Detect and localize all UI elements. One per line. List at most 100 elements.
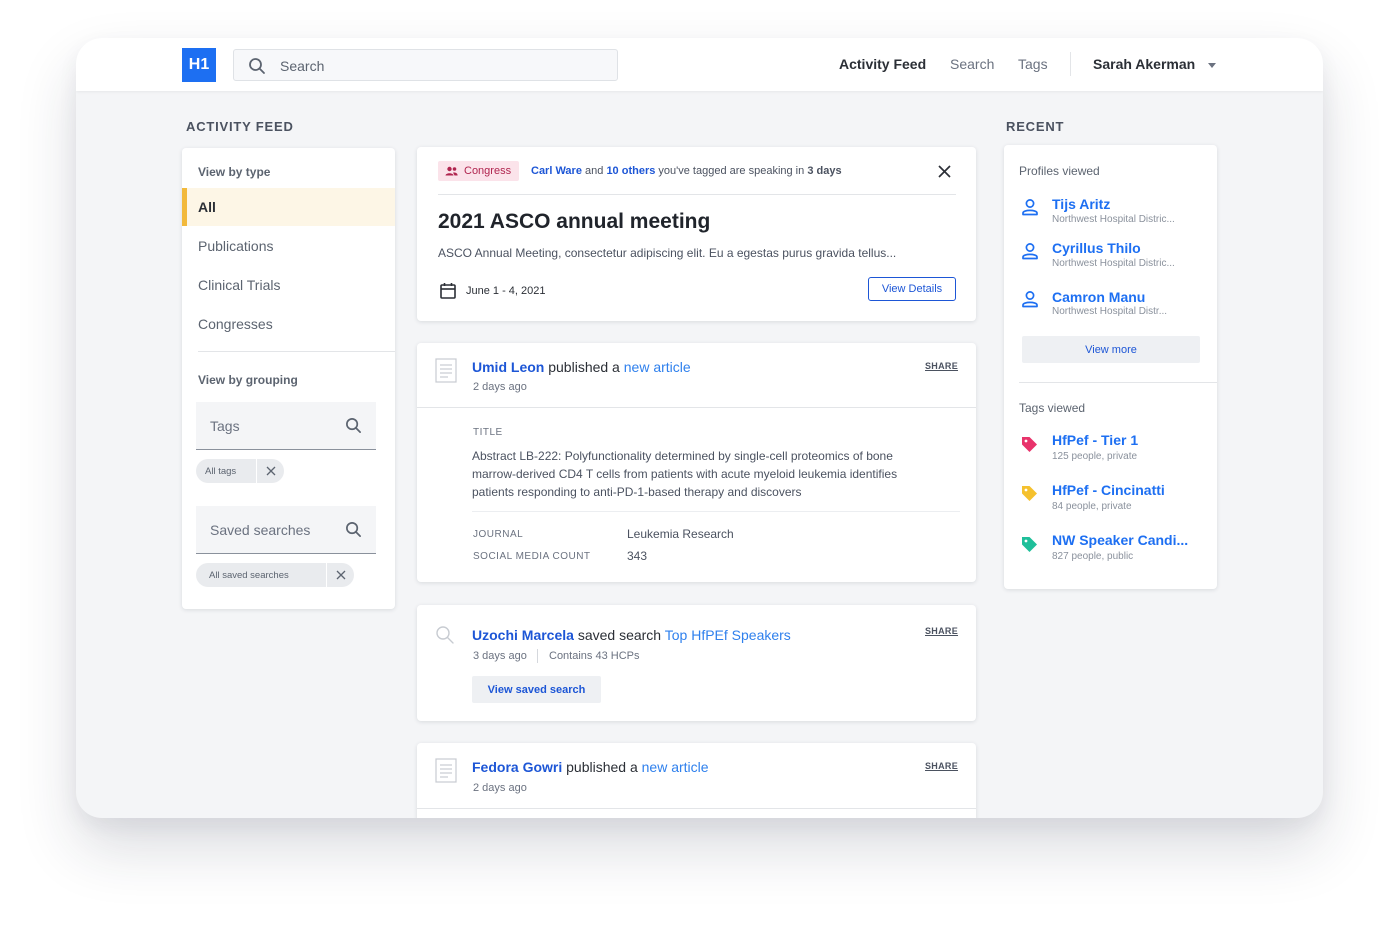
filter-divider bbox=[198, 351, 395, 352]
saved-search-link[interactable]: Top HfPEf Speakers bbox=[665, 627, 791, 643]
document-icon bbox=[435, 758, 457, 783]
view-by-type-label: View by type bbox=[198, 165, 271, 179]
congress-badge: Congress bbox=[438, 161, 520, 181]
others-link[interactable]: 10 others bbox=[606, 165, 655, 177]
author-link[interactable]: Fedora Gowri bbox=[472, 759, 562, 775]
filter-type-congresses[interactable]: Congresses bbox=[182, 305, 395, 343]
recent-profile-name[interactable]: Camron Manu bbox=[1052, 289, 1145, 305]
feed-verb: published a bbox=[566, 759, 638, 775]
feed-time: 3 days ago bbox=[473, 650, 527, 662]
view-more-button[interactable]: View more bbox=[1022, 336, 1200, 363]
social-media-label: SOCIAL MEDIA COUNT bbox=[473, 551, 591, 562]
saved-searches-field[interactable]: Saved searches bbox=[196, 506, 376, 554]
close-icon[interactable] bbox=[938, 165, 951, 178]
feed-time: 2 days ago bbox=[473, 381, 527, 393]
recent-profile-affiliation: Northwest Hospital Distric... bbox=[1052, 258, 1175, 269]
recent-tag-meta: 827 people, public bbox=[1052, 551, 1134, 562]
search-icon bbox=[249, 58, 265, 74]
activity-feed-heading: ACTIVITY FEED bbox=[186, 119, 294, 134]
recent-divider bbox=[1019, 382, 1217, 383]
search-input[interactable] bbox=[280, 56, 600, 76]
search-icon bbox=[436, 626, 454, 644]
recent-profile-name[interactable]: Cyrillus Thilo bbox=[1052, 240, 1141, 256]
card-divider bbox=[472, 511, 960, 512]
h1-logo[interactable]: H1 bbox=[182, 48, 216, 82]
card-divider bbox=[438, 194, 956, 195]
feed-verb: saved search bbox=[577, 627, 662, 643]
recent-tag-name[interactable]: HfPef - Cincinatti bbox=[1052, 482, 1165, 498]
feed-item-article: Umid Leon published a new article 2 days… bbox=[417, 343, 976, 582]
document-icon bbox=[435, 358, 457, 383]
view-saved-search-button[interactable]: View saved search bbox=[472, 676, 601, 703]
user-icon bbox=[1022, 199, 1038, 216]
share-link[interactable]: SHARE bbox=[925, 361, 958, 371]
notice-when: 3 days bbox=[807, 165, 842, 177]
article-title-line: Abstract LB-222: Polyfunctionality deter… bbox=[472, 449, 893, 463]
tags-chip-label: All tags bbox=[205, 465, 237, 477]
card-divider bbox=[417, 407, 976, 408]
user-menu[interactable]: Sarah Akerman bbox=[1093, 56, 1195, 72]
share-link[interactable]: SHARE bbox=[925, 626, 958, 636]
author-link[interactable]: Uzochi Marcela bbox=[472, 627, 574, 643]
social-media-value: 343 bbox=[627, 549, 648, 563]
tags-filter-placeholder: Tags bbox=[210, 418, 240, 434]
congress-card: Congress Carl Ware and 10 others you've … bbox=[417, 147, 976, 321]
recent-tag-name[interactable]: NW Speaker Candi... bbox=[1052, 532, 1188, 548]
saved-searches-chip-label: All saved searches bbox=[209, 569, 289, 581]
calendar-icon bbox=[440, 283, 456, 299]
search-icon[interactable] bbox=[345, 417, 362, 434]
congress-badge-label: Congress bbox=[464, 165, 512, 177]
nav-tags[interactable]: Tags bbox=[1018, 56, 1048, 72]
recent-profile-affiliation: Northwest Hospital Distr... bbox=[1052, 306, 1168, 317]
recent-tag-meta: 84 people, private bbox=[1052, 501, 1132, 512]
profiles-viewed-label: Profiles viewed bbox=[1019, 164, 1100, 178]
chevron-down-icon[interactable] bbox=[1208, 63, 1216, 68]
feed-item-article: Fedora Gowri published a new article 2 d… bbox=[417, 743, 976, 818]
feed-item-headline: Fedora Gowri published a new article bbox=[472, 759, 709, 775]
feed-verb: published a bbox=[548, 359, 620, 375]
saved-searches-chip: All saved searches bbox=[196, 563, 354, 587]
share-link[interactable]: SHARE bbox=[925, 761, 958, 771]
nav-divider bbox=[1070, 52, 1071, 76]
journal-label: JOURNAL bbox=[473, 529, 524, 540]
view-by-grouping-label: View by grouping bbox=[198, 373, 298, 387]
feed-item-saved-search: Uzochi Marcela saved search Top HfPEf Sp… bbox=[417, 605, 976, 721]
filter-type-clinical-trials[interactable]: Clinical Trials bbox=[182, 266, 395, 304]
top-bar: H1 Activity Feed Search Tags Sarah Akerm… bbox=[76, 38, 1323, 91]
congress-description: ASCO Annual Meeting, consectetur adipisc… bbox=[438, 246, 897, 260]
congress-date: June 1 - 4, 2021 bbox=[466, 285, 546, 297]
filter-type-publications[interactable]: Publications bbox=[182, 227, 395, 265]
tags-filter-field[interactable]: Tags bbox=[196, 402, 376, 450]
close-icon[interactable] bbox=[326, 563, 354, 587]
recent-heading: RECENT bbox=[1006, 119, 1065, 134]
tags-viewed-label: Tags viewed bbox=[1019, 401, 1086, 415]
recent-profile-affiliation: Northwest Hospital Distric... bbox=[1052, 214, 1175, 225]
nav-search[interactable]: Search bbox=[950, 56, 994, 72]
card-divider bbox=[417, 808, 976, 809]
article-link[interactable]: new article bbox=[642, 759, 709, 775]
hcp-count: Contains 43 HCPs bbox=[549, 650, 640, 662]
filter-type-all[interactable]: All bbox=[182, 188, 395, 226]
meta-divider bbox=[537, 649, 538, 663]
recent-panel: Profiles viewed Tijs Aritz Northwest Hos… bbox=[1004, 145, 1217, 589]
close-icon[interactable] bbox=[256, 459, 284, 483]
filter-panel: View by type All Publications Clinical T… bbox=[182, 148, 395, 609]
feed-item-headline: Umid Leon published a new article bbox=[472, 359, 691, 375]
recent-tag-name[interactable]: HfPef - Tier 1 bbox=[1052, 432, 1138, 448]
app-window: H1 Activity Feed Search Tags Sarah Akerm… bbox=[76, 38, 1323, 818]
article-link[interactable]: new article bbox=[624, 359, 691, 375]
tag-icon bbox=[1022, 537, 1037, 552]
article-title-line: marrow-derived CD4 T cells from patients… bbox=[472, 467, 898, 481]
feed-item-headline: Uzochi Marcela saved search Top HfPEf Sp… bbox=[472, 627, 791, 643]
global-search[interactable] bbox=[233, 49, 618, 81]
recent-profile-name[interactable]: Tijs Aritz bbox=[1052, 196, 1110, 212]
search-icon[interactable] bbox=[345, 521, 362, 538]
author-link[interactable]: Umid Leon bbox=[472, 359, 544, 375]
speaker-link[interactable]: Carl Ware bbox=[531, 165, 582, 177]
feed-time: 2 days ago bbox=[473, 782, 527, 794]
view-details-button[interactable]: View Details bbox=[868, 277, 956, 301]
tag-icon bbox=[1022, 486, 1037, 501]
article-title: Abstract LB-222: Polyfunctionality deter… bbox=[472, 447, 897, 501]
nav-activity-feed[interactable]: Activity Feed bbox=[839, 56, 926, 72]
journal-value: Leukemia Research bbox=[627, 527, 734, 541]
